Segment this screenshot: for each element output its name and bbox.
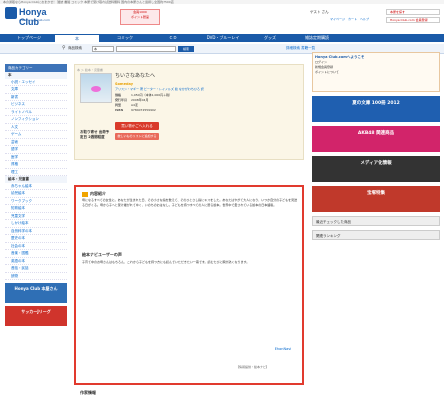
search-input[interactable] xyxy=(116,46,176,52)
product-panel: 本 ＞ 絵本・児童書 ちいさなあなたへ Someday アリスン・マギー 著 ピ… xyxy=(74,64,304,160)
sidebar-item[interactable]: 自然科学の本 xyxy=(5,228,67,235)
banner-media[interactable]: メディア化情報 xyxy=(312,156,440,182)
sidebar-item[interactable]: 読物 xyxy=(5,273,67,280)
tab-top[interactable]: トップページ xyxy=(6,34,52,42)
sidebar-item[interactable]: 新書 xyxy=(5,94,67,101)
sidebar-item[interactable]: 知育絵本 xyxy=(5,205,67,213)
sidebar-item[interactable]: 芸術 xyxy=(5,139,67,146)
sidebar-item[interactable]: 昔話・民話 xyxy=(5,265,67,273)
add-to-cart-button[interactable]: 買い物かごへ入れる xyxy=(115,122,159,130)
sidebar-item[interactable]: 歴史の本 xyxy=(5,235,67,243)
recently-viewed[interactable]: 最近チェックした商品 xyxy=(312,216,440,226)
banner-summer-books[interactable]: 夏の文庫 100冊 2012 xyxy=(312,96,440,122)
spec-value: 1,050円（本体1,000円＋税） xyxy=(131,93,173,97)
find-store-button[interactable]: 本屋を探す xyxy=(386,9,440,15)
tab-cd[interactable]: ＣＤ xyxy=(150,34,196,42)
login-box: Honya Club.comへようこそ ログイン 新規会員登録 ポイントについて xyxy=(312,52,440,92)
sidebar-item[interactable]: 赤ちゃん絵本 xyxy=(5,183,67,190)
sidebar-item[interactable]: 音楽・図鑑 xyxy=(5,250,67,258)
logo-url: www.honyaclub.com xyxy=(19,18,50,22)
promo-line2: ポイント贈呈 xyxy=(130,15,149,19)
cover-art xyxy=(91,86,101,92)
tab-dvd[interactable]: DVD・ブルーレイ xyxy=(198,34,248,42)
spec-key: ISBN xyxy=(115,108,124,112)
sidebar-head: 商品カテゴリー xyxy=(5,64,67,72)
search-icon: ⚲ xyxy=(62,45,66,51)
product-subtitle: Someday xyxy=(115,82,133,86)
sidebar-item[interactable]: 語学 xyxy=(5,146,67,154)
sidebar-item[interactable]: しかけ絵本 xyxy=(5,220,67,228)
tab-goods[interactable]: グッズ xyxy=(250,34,290,42)
tab-books[interactable]: 本 xyxy=(54,34,100,42)
sidebar-banner-store[interactable]: Honya Club 本屋さん xyxy=(5,283,67,303)
points-link[interactable]: ポイントについて xyxy=(315,70,437,75)
description-heading: 内容紹介 xyxy=(82,191,106,197)
promo-badge[interactable]: 会員1000 ポイント贈呈 xyxy=(120,9,160,25)
spec-row: ISBN 9784072559902 xyxy=(115,108,172,113)
heading-tag-icon xyxy=(82,191,88,197)
product-authors[interactable]: アリスン・マギー 著 ピーター・レイノルズ 絵 なかがわちひろ 訳 xyxy=(115,87,204,91)
top-info-bar: 本の通販ならHonya Clubにおまかせ！ 雑誌 書籍 コミック 本屋で受け取… xyxy=(0,0,444,4)
user-reviews-heading: 絵本ナビユーザーの声 xyxy=(82,252,122,257)
register-button[interactable]: Honya Club.com 会員登録 xyxy=(386,17,440,23)
spec-value: 2008年04月 xyxy=(131,98,149,102)
sidebar-item[interactable]: ライトノベル xyxy=(5,109,67,116)
search-links[interactable]: 詳細検索 書籍一覧 xyxy=(286,46,315,51)
tab-magazine[interactable]: 雑誌定期購読 xyxy=(292,34,342,42)
add-to-wishlist-button[interactable]: 欲しいものリストに追加する xyxy=(115,133,159,140)
header-buttons: 本屋を探す Honya Club.com 会員登録 xyxy=(386,9,440,25)
sidebar-item[interactable]: 人文 xyxy=(5,124,67,131)
main-nav: トップページ 本 コミック ＣＤ DVD・ブルーレイ グッズ 雑誌定期購読 xyxy=(0,34,444,42)
site-logo[interactable]: Honya Club www.honyaclub.com xyxy=(5,7,65,27)
header-links[interactable]: マイページ カート ヘルプ xyxy=(330,17,369,21)
sidebar-item[interactable]: ワークブック xyxy=(5,198,67,205)
sidebar-item[interactable]: 小説・エッセイ xyxy=(5,79,67,86)
sidebar-item[interactable]: ビジネス xyxy=(5,101,67,109)
sidebar-item[interactable]: 英語の本 xyxy=(5,258,67,265)
sidebar-item[interactable]: 文庫 xyxy=(5,86,67,94)
search-button[interactable]: 検索 xyxy=(178,46,194,52)
sidebar: 商品カテゴリー 本 小説・エッセイ 文庫 新書 ビジネス ライトノベル ノンフィ… xyxy=(5,64,67,326)
sidebar-item[interactable]: ゲーム xyxy=(5,131,67,139)
sidebar-item[interactable]: 医学 xyxy=(5,154,67,161)
sidebar-item[interactable]: 資格 xyxy=(5,161,67,169)
user-review-body: 子育て中のお母さんはもちろん、これから子どもを持つ方にも読んでいただきたい一冊で… xyxy=(82,260,250,264)
related-ranking[interactable]: 関連ランキング xyxy=(312,230,440,240)
tab-comics[interactable]: コミック xyxy=(102,34,148,42)
sidebar-item[interactable]: 児童文学 xyxy=(5,213,67,220)
sidebar-item[interactable]: 社会の本 xyxy=(5,243,67,250)
shipping-note: お取り寄せ 出荷予定日 2週間程度 xyxy=(80,130,110,139)
info-source: 【情報提供・絵本ナビ】 xyxy=(236,365,270,369)
description-heading-text: 内容紹介 xyxy=(90,191,106,196)
author-info-heading: 作家情報 xyxy=(80,390,96,395)
product-title: ちいさなあなたへ xyxy=(115,73,156,79)
ehonnavi-logo[interactable]: EhonNavi xyxy=(268,347,298,359)
description-panel: 内容紹介 母になるすべての女性に。あなたが生まれた日、その小さな指を数えて、その… xyxy=(74,185,304,385)
sidebar-item[interactable]: ノンフィクション xyxy=(5,116,67,124)
sidebar-banner-soccer[interactable]: サッカーJリーグ xyxy=(5,306,67,326)
spec-value: 9784072559902 xyxy=(131,108,156,112)
product-specs: 価格 1,050円（本体1,000円＋税） 発行年月 2008年04月 判型 A4変 … xyxy=(115,93,172,113)
search-label: 商品検索 xyxy=(68,46,82,50)
logo-mark xyxy=(5,7,17,19)
search-category-select[interactable]: 本 xyxy=(92,46,114,52)
banner-takarazuka[interactable]: 宝塚特集 xyxy=(312,186,440,212)
user-greeting: ゲスト さん xyxy=(310,10,329,14)
description-body: 母になるすべての女性に。あなたが生まれた日、その小さな指を数えて、そのひとさし指… xyxy=(82,198,298,207)
breadcrumb[interactable]: 本 ＞ 絵本・児童書 xyxy=(77,68,103,72)
sidebar-item[interactable]: 幼児絵本 xyxy=(5,190,67,198)
book-cover[interactable] xyxy=(80,73,112,103)
banner-akb48[interactable]: AKB48 関連商品 xyxy=(312,126,440,152)
logo-text: Honya Club xyxy=(19,7,47,27)
sidebar-item[interactable]: 理工 xyxy=(5,169,67,176)
spec-value: A4変 xyxy=(131,103,138,107)
right-column: Honya Club.comへようこそ ログイン 新規会員登録 ポイントについて… xyxy=(312,52,440,240)
